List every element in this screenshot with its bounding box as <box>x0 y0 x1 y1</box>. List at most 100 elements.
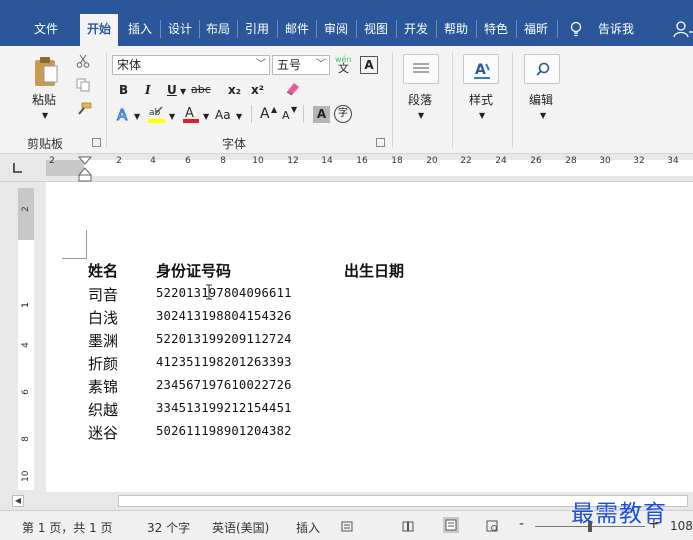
print-layout-icon[interactable] <box>443 517 459 533</box>
tab-developer[interactable]: 开发 <box>397 14 435 46</box>
zoom-percent[interactable]: 108 <box>670 519 693 533</box>
word-count[interactable]: 32 个字 <box>147 519 190 536</box>
italic-button[interactable]: I <box>145 82 151 98</box>
tab-design[interactable]: 设计 <box>161 14 199 46</box>
tab-featured[interactable]: 特色 <box>477 14 515 46</box>
font-size-chevron-icon[interactable]: ﹀ <box>316 56 326 74</box>
styles-button[interactable]: A <box>463 54 499 84</box>
grow-font-button[interactable]: A <box>260 106 270 122</box>
row-id[interactable]: 302413198804154326 <box>156 309 292 323</box>
character-shading-button[interactable]: A <box>313 106 330 123</box>
strikethrough-button[interactable]: abc <box>191 82 211 98</box>
paste-label[interactable]: 粘贴 <box>32 92 56 108</box>
svg-text:A: A <box>185 106 194 121</box>
styles-label[interactable]: 样式 <box>469 92 493 108</box>
header-id-number[interactable]: 身份证号码 <box>156 260 231 281</box>
tab-selector-icon[interactable] <box>10 161 24 175</box>
language-indicator[interactable]: 英语(美国) <box>212 519 269 536</box>
enclose-characters-button[interactable]: 字 <box>334 105 352 123</box>
paste-dropdown-chevron-icon[interactable]: ▼ <box>42 108 48 124</box>
zoom-out-button[interactable]: - <box>519 516 524 532</box>
font-color-icon[interactable]: A <box>182 104 200 124</box>
header-name[interactable]: 姓名 <box>88 260 118 281</box>
paragraph-label[interactable]: 段落 <box>408 92 432 108</box>
indent-marker-icon[interactable] <box>78 156 92 184</box>
tab-help[interactable]: 帮助 <box>437 14 475 46</box>
font-name-chevron-icon[interactable]: ﹀ <box>256 56 266 74</box>
row-id[interactable]: 412351198201263393 <box>156 355 292 369</box>
change-case-button[interactable]: Aa <box>215 107 231 123</box>
highlight-color-icon[interactable]: ab <box>147 104 167 124</box>
insert-mode-indicator[interactable]: 插入 <box>296 519 320 536</box>
tab-foxit[interactable]: 福昕 <box>517 14 555 46</box>
clipboard-dialog-launcher[interactable] <box>92 138 101 147</box>
vertical-ruler[interactable]: 2 1 1 4 6 8 10 <box>0 182 46 492</box>
tab-insert[interactable]: 插入 <box>121 14 159 46</box>
horizontal-ruler[interactable]: 2 2 4 6 8 10 12 14 16 18 20 22 24 26 28 … <box>0 154 693 182</box>
row-name[interactable]: 墨渊 <box>88 330 118 351</box>
vertical-ruler-strip <box>18 188 34 490</box>
copy-icon[interactable] <box>76 78 90 92</box>
tab-view[interactable]: 视图 <box>357 14 395 46</box>
row-id[interactable]: 334513199212154451 <box>156 401 292 415</box>
subscript-button[interactable]: x₂ <box>228 82 241 98</box>
editing-chevron-icon[interactable]: ▼ <box>540 108 546 124</box>
font-size-combo[interactable]: 五号 ﹀ <box>272 55 330 75</box>
editing-label[interactable]: 编辑 <box>529 92 553 108</box>
tab-review[interactable]: 审阅 <box>317 14 355 46</box>
ruler-mark: 22 <box>460 156 472 166</box>
cut-scissors-icon[interactable] <box>76 54 90 68</box>
row-id[interactable]: 522013197804096611 <box>156 286 292 300</box>
row-name[interactable]: 白浅 <box>88 307 118 328</box>
svg-text:A: A <box>117 106 128 124</box>
tab-references[interactable]: 引用 <box>238 14 276 46</box>
tab-home[interactable]: 开始 <box>80 14 118 46</box>
character-border-button[interactable]: A <box>360 56 378 74</box>
format-painter-icon[interactable] <box>76 102 92 116</box>
lightbulb-icon[interactable] <box>570 21 582 37</box>
header-birth-date[interactable]: 出生日期 <box>344 260 404 281</box>
row-id[interactable]: 522013199209112724 <box>156 332 292 346</box>
share-person-icon[interactable] <box>673 20 693 38</box>
font-color-chevron-icon[interactable]: ▼ <box>203 109 209 125</box>
web-layout-icon[interactable] <box>486 520 498 532</box>
paragraph-button[interactable] <box>403 54 439 84</box>
document-page[interactable]: 姓名 身份证号码 出生日期 司音 522013197804096611 白浅 3… <box>46 182 693 492</box>
ribbon-home: 粘贴 ▼ 剪贴板 宋体 ﹀ 五号 ﹀ wén 文 A B I U ▼ abc x… <box>0 46 693 154</box>
tab-mailings[interactable]: 邮件 <box>278 14 316 46</box>
editing-button[interactable] <box>524 54 560 84</box>
paste-clipboard-icon[interactable] <box>32 54 60 88</box>
row-name[interactable]: 司音 <box>88 284 118 305</box>
font-dialog-launcher[interactable] <box>376 138 385 147</box>
ruler-mark: 4 <box>150 156 156 166</box>
vruler-mark: 2 <box>21 206 31 212</box>
bold-button[interactable]: B <box>119 82 128 98</box>
underline-button[interactable]: U <box>167 82 177 98</box>
font-name-combo[interactable]: 宋体 ﹀ <box>112 55 270 75</box>
row-name[interactable]: 折颜 <box>88 353 118 374</box>
tell-me-search[interactable]: 告诉我 <box>598 14 634 44</box>
vruler-mark: 6 <box>21 389 31 395</box>
underline-chevron-icon[interactable]: ▼ <box>180 84 186 100</box>
paragraph-chevron-icon[interactable]: ▼ <box>418 108 424 124</box>
tab-layout[interactable]: 布局 <box>200 14 236 46</box>
page-count[interactable]: 第 1 页，共 1 页 <box>22 519 113 536</box>
read-mode-icon[interactable] <box>402 520 414 532</box>
macro-record-icon[interactable] <box>341 520 353 532</box>
tab-file[interactable]: 文件 <box>28 14 64 46</box>
clear-formatting-icon[interactable] <box>284 80 302 98</box>
vruler-mark: 8 <box>21 436 31 442</box>
highlight-chevron-icon[interactable]: ▼ <box>169 109 175 125</box>
superscript-button[interactable]: x² <box>251 82 264 98</box>
scroll-left-arrow-icon[interactable]: ◀ <box>12 495 24 507</box>
shrink-font-button[interactable]: A <box>282 108 290 124</box>
row-name[interactable]: 迷谷 <box>88 422 118 443</box>
row-name[interactable]: 织越 <box>88 399 118 420</box>
row-id[interactable]: 234567197610022726 <box>156 378 292 392</box>
text-effects-icon[interactable]: A <box>115 106 131 124</box>
text-effects-chevron-icon[interactable]: ▼ <box>134 109 140 125</box>
row-name[interactable]: 素锦 <box>88 376 118 397</box>
row-id[interactable]: 502611198901204382 <box>156 424 292 438</box>
change-case-chevron-icon[interactable]: ▼ <box>236 109 242 125</box>
styles-chevron-icon[interactable]: ▼ <box>479 108 485 124</box>
